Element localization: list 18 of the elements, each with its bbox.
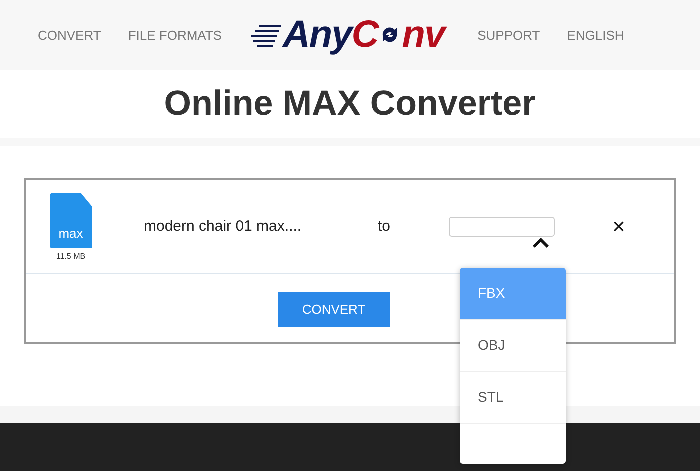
page-title: Online MAX Converter [164,84,536,124]
nav-link[interactable]: SUPPORT [478,28,540,42]
nav-link[interactable]: ENGLISH [567,28,624,42]
nav-link[interactable]: CONVERT [38,28,102,42]
file-size: 11.5 MB [56,252,86,260]
file-icon: max [50,192,92,248]
logo-text: nv [402,14,445,56]
dropdown-option[interactable]: STL [460,372,566,424]
nav-link[interactable]: FILE FORMATS [128,28,222,42]
speed-lines-icon [250,22,281,48]
dropdown-option[interactable]: FBX [460,268,566,320]
close-button[interactable]: × [612,214,626,240]
logo-text: Any [282,14,352,56]
caret-icon [532,236,550,248]
convert-button[interactable]: CONVERT [278,292,390,327]
to-label: to [378,218,391,235]
file-name: modern chair 01 max.... [144,218,303,235]
dropdown-option[interactable]: OBJ [460,320,566,372]
